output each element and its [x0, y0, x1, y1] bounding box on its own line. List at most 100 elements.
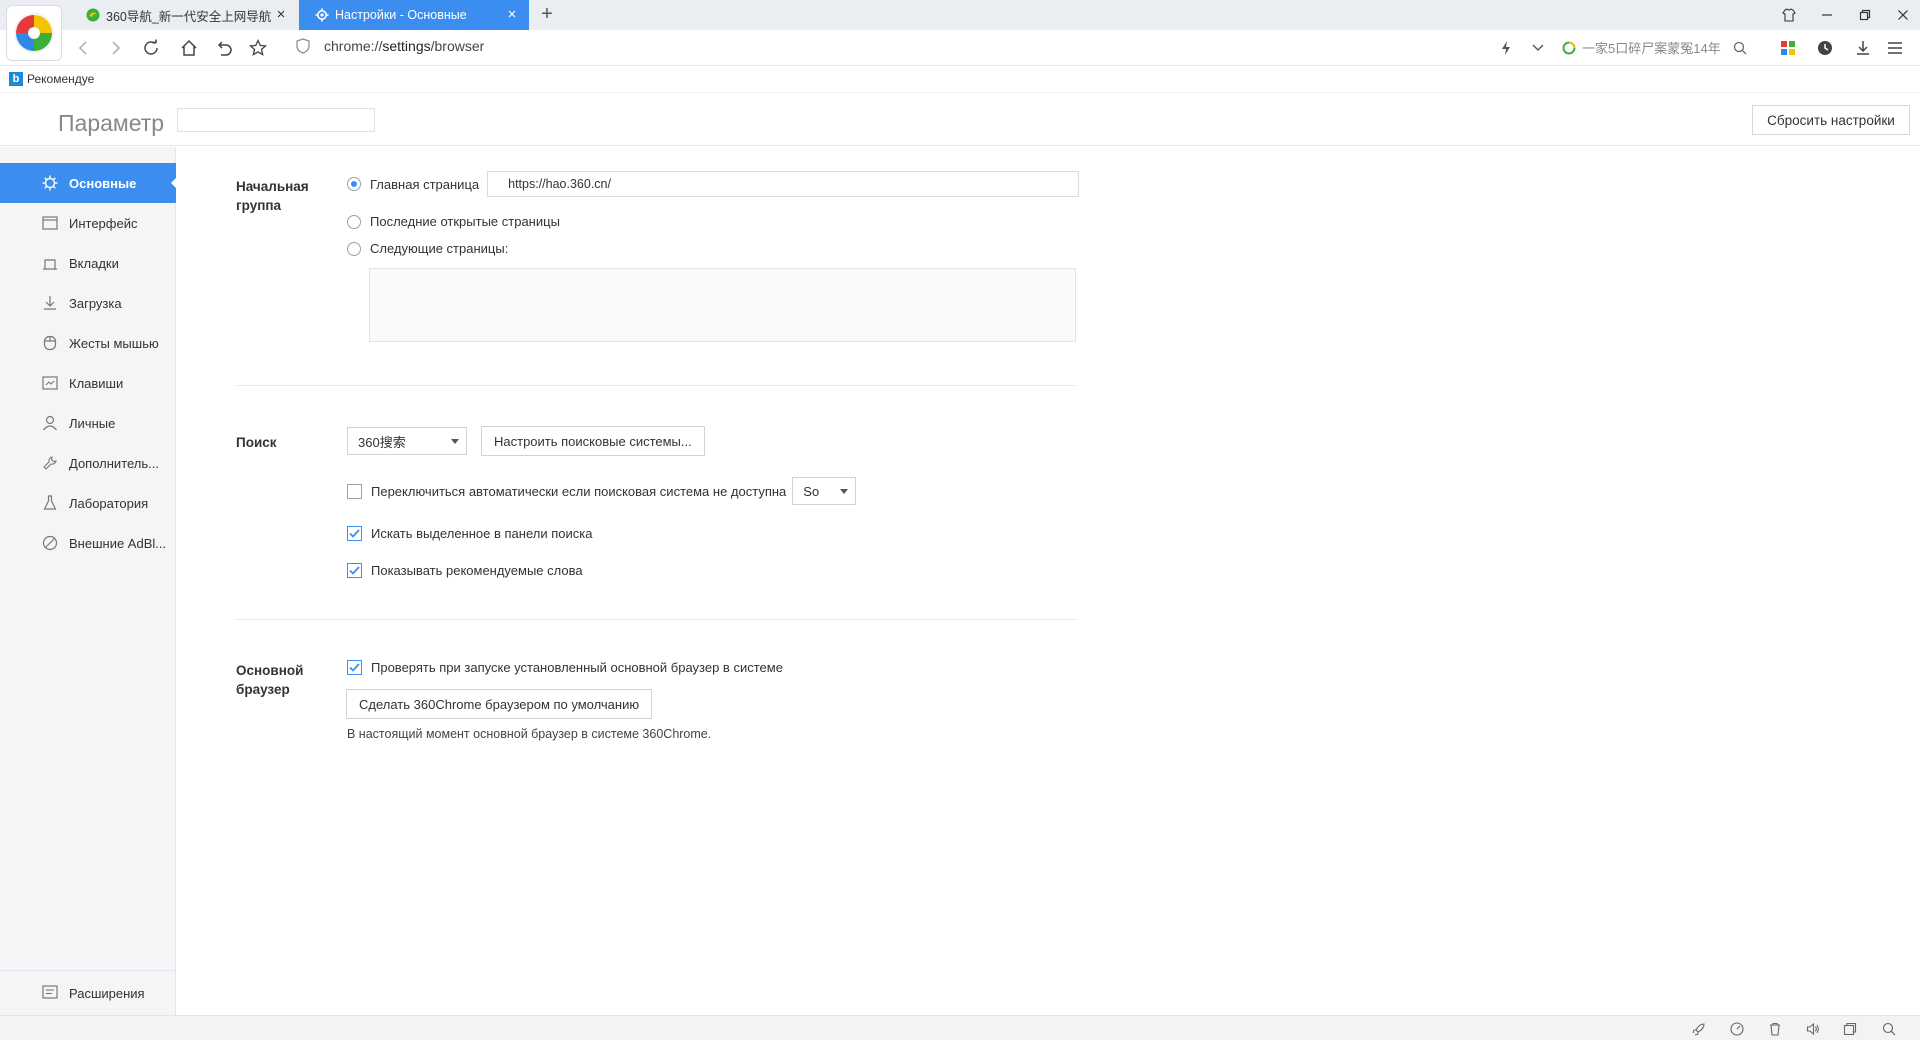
- rocket-icon[interactable]: [1690, 1020, 1708, 1038]
- reload-button[interactable]: [138, 36, 164, 60]
- close-icon[interactable]: ×: [274, 7, 288, 22]
- sidebar-item-tabs[interactable]: Вкладки: [0, 243, 176, 283]
- startup-last-row: Последние открытые страницы: [347, 214, 560, 229]
- fallback-engine-select[interactable]: So: [792, 477, 857, 505]
- sidebar-item-mouse-gestures[interactable]: Жесты мышью: [0, 323, 176, 363]
- tab-settings[interactable]: Настройки - Основные ×: [299, 0, 529, 30]
- startup-last-radio[interactable]: [347, 214, 361, 229]
- search-box[interactable]: 一家5口碎尸案蒙冤14年: [1562, 38, 1762, 57]
- auto-switch-label: Переключиться автоматически если поисков…: [371, 483, 787, 499]
- sidebar-item-label: Интерфейс: [69, 215, 138, 231]
- bookmark-star-icon[interactable]: [245, 36, 271, 60]
- search-section-label: Поиск: [236, 435, 277, 450]
- home-button[interactable]: [176, 36, 202, 60]
- 360-search-icon: [1562, 41, 1576, 55]
- flask-icon: [42, 495, 58, 511]
- address-path: /browser: [430, 38, 485, 54]
- new-tab-button[interactable]: +: [536, 4, 558, 26]
- search-icon[interactable]: [1733, 41, 1747, 55]
- sidebar-item-label: Клавиши: [69, 375, 124, 391]
- sidebar-item-label: Дополнитель...: [69, 455, 159, 471]
- suggest-checkbox[interactable]: [347, 563, 362, 578]
- auto-switch-row: Переключиться автоматически если поисков…: [347, 477, 857, 505]
- close-window-button[interactable]: [1884, 0, 1920, 30]
- chevron-down-icon: [451, 439, 459, 444]
- startup-next-label: Следующие страницы:: [370, 241, 509, 256]
- startup-section-label: Начальная группа: [236, 179, 309, 213]
- default-check-label: Проверять при запуске установленный осно…: [371, 660, 783, 675]
- chevron-down-icon[interactable]: [1525, 36, 1551, 60]
- window-mode-icon[interactable]: [1841, 1020, 1859, 1038]
- status-bar: [0, 1015, 1920, 1040]
- sidebar-item-adblock[interactable]: Внешние AdBl...: [0, 523, 176, 563]
- bookmark-item[interactable]: b Рекомендуе: [9, 72, 94, 86]
- trash-icon[interactable]: [1766, 1020, 1784, 1038]
- auto-switch-checkbox[interactable]: [347, 483, 362, 499]
- sidebar-item-personal[interactable]: Личные: [0, 403, 176, 443]
- apps-icon[interactable]: [1775, 36, 1801, 60]
- startup-last-label: Последние открытые страницы: [370, 214, 560, 229]
- settings-sidebar: Основные Интерфейс Вкладки Загрузка Жест…: [0, 147, 177, 1015]
- download-icon[interactable]: [1850, 36, 1876, 60]
- reset-settings-button[interactable]: Сбросить настройки: [1752, 105, 1910, 135]
- startup-home-label: Главная страница: [370, 176, 480, 192]
- mouse-icon: [42, 335, 58, 351]
- sidebar-item-general[interactable]: Основные: [0, 163, 177, 203]
- lightning-icon[interactable]: [1493, 36, 1519, 60]
- search-placeholder: 一家5口碎尸案蒙冤14年: [1582, 41, 1721, 56]
- history-icon[interactable]: [1812, 36, 1838, 60]
- restore-button[interactable]: [1846, 0, 1884, 30]
- tab-strip: 360导航_新一代安全上网导航 × Настройки - Основные ×…: [0, 0, 1920, 30]
- make-default-row: Сделать 360Chrome браузером по умолчанию: [346, 689, 653, 719]
- bing-icon: b: [9, 72, 23, 86]
- tab-360-nav[interactable]: 360导航_新一代安全上网导航 ×: [70, 0, 298, 30]
- settings-search-input[interactable]: [177, 108, 375, 132]
- startup-home-radio[interactable]: [347, 177, 361, 191]
- suggest-row: Показывать рекомендуемые слова: [347, 563, 583, 578]
- make-default-button[interactable]: Сделать 360Chrome браузером по умолчанию: [346, 689, 653, 719]
- default-browser-status: В настоящий момент основной браузер в си…: [347, 727, 712, 741]
- undo-close-button[interactable]: [211, 36, 237, 60]
- speed-icon[interactable]: [1728, 1020, 1746, 1038]
- sidebar-item-downloads[interactable]: Загрузка: [0, 283, 176, 323]
- address-host: settings: [382, 38, 431, 54]
- window-icon: [42, 215, 58, 231]
- startup-next-radio[interactable]: [347, 241, 361, 256]
- search-selected-checkbox[interactable]: [347, 526, 362, 541]
- startup-next-row: Следующие страницы:: [347, 241, 508, 256]
- bookmarks-bar: b Рекомендуе: [0, 67, 1920, 93]
- download-icon: [42, 295, 58, 311]
- sidebar-item-label: Основные: [69, 175, 137, 191]
- suggest-label: Показывать рекомендуемые слова: [371, 563, 583, 578]
- sidebar-item-label: Лаборатория: [69, 495, 149, 511]
- minimize-button[interactable]: [1808, 0, 1846, 30]
- search-engine-select[interactable]: 360搜索: [347, 427, 467, 455]
- forward-button[interactable]: [103, 36, 129, 60]
- sidebar-item-labs[interactable]: Лаборатория: [0, 483, 176, 523]
- sidebar-item-label: Внешние AdBl...: [69, 535, 167, 551]
- manage-search-engines-button[interactable]: Настроить поисковые системы...: [481, 426, 705, 456]
- zoom-icon[interactable]: [1880, 1020, 1898, 1038]
- sidebar-item-extensions[interactable]: Расширения: [0, 970, 176, 1015]
- sidebar-item-keys[interactable]: Клавиши: [0, 363, 176, 403]
- sidebar-item-interface[interactable]: Интерфейс: [0, 203, 176, 243]
- sidebar-item-label: Жесты мышью: [69, 335, 159, 351]
- volume-icon[interactable]: [1804, 1020, 1822, 1038]
- search-selected-row: Искать выделенное в панели поиска: [347, 526, 592, 541]
- settings-content: Начальная группа Главная страница Послед…: [177, 147, 1920, 1015]
- menu-icon[interactable]: [1882, 36, 1908, 60]
- browser-logo[interactable]: [6, 5, 62, 61]
- home-url-input[interactable]: [487, 171, 1080, 197]
- startup-pages-list[interactable]: [369, 268, 1076, 342]
- sidebar-item-label: Загрузка: [69, 295, 122, 311]
- bookmark-label: Рекомендуе: [27, 72, 95, 86]
- back-button[interactable]: [70, 36, 96, 60]
- close-icon[interactable]: ×: [505, 7, 519, 22]
- extension-icon: [42, 985, 58, 1001]
- address-bar[interactable]: chrome://settings/browser: [296, 38, 484, 54]
- 360-logo-icon: [14, 13, 54, 53]
- search-selected-label: Искать выделенное в панели поиска: [371, 526, 593, 541]
- sidebar-item-advanced[interactable]: Дополнитель...: [0, 443, 176, 483]
- default-check-checkbox[interactable]: [347, 660, 362, 675]
- skin-icon[interactable]: [1770, 0, 1808, 30]
